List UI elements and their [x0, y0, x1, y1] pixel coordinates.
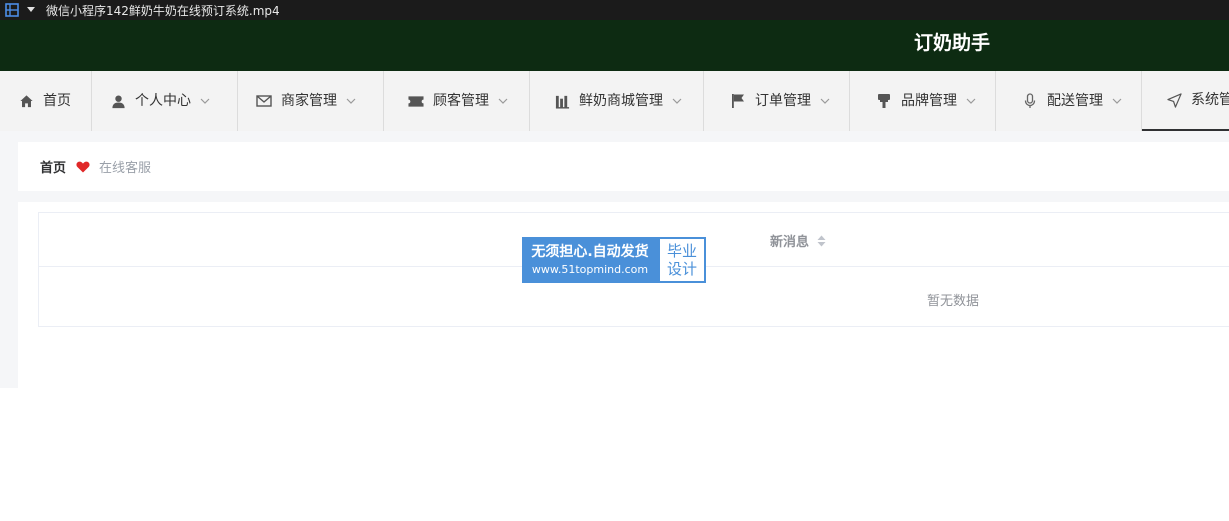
chevron-down-icon	[200, 96, 210, 106]
send-icon	[1166, 92, 1182, 108]
chevron-down-icon	[672, 96, 682, 106]
breadcrumb: 首页 在线客服	[18, 142, 1229, 191]
column-header-new-messages[interactable]: 新消息	[770, 231, 826, 250]
stamp-icon	[876, 93, 892, 109]
top-nav-menu: 首页 个人中心 商家管理 顾客管理 鲜奶商城管理 订单管理 品牌管理 配送管理 …	[0, 71, 1229, 131]
nav-label: 品牌管理	[901, 93, 957, 109]
mail-icon	[256, 93, 272, 109]
nav-item-system-management[interactable]: 系统管理	[1142, 71, 1229, 131]
nav-label: 配送管理	[1047, 93, 1103, 109]
video-file-title: 微信小程序142鲜奶牛奶在线预订系统.mp4	[46, 3, 280, 18]
bar-chart-icon	[554, 93, 570, 109]
microphone-icon	[1022, 93, 1038, 109]
table-empty-text: 暂无数据	[927, 294, 980, 309]
chevron-down-icon	[498, 96, 508, 106]
dropdown-caret-icon[interactable]	[26, 5, 36, 15]
chevron-down-icon	[346, 96, 356, 106]
nav-label: 顾客管理	[433, 93, 489, 109]
nav-item-personal-center[interactable]: 个人中心	[92, 71, 238, 131]
nav-item-delivery-management[interactable]: 配送管理	[996, 71, 1142, 131]
watermark-badge: 毕业 设计	[658, 237, 706, 283]
nav-label: 个人中心	[135, 93, 191, 109]
column-header-label: 新消息	[770, 235, 810, 250]
chevron-down-icon	[1112, 96, 1122, 106]
sort-caret-icon[interactable]	[816, 234, 826, 248]
ticket-icon	[408, 93, 424, 109]
flag-icon	[730, 93, 746, 109]
player-title-bar: 微信小程序142鲜奶牛奶在线预订系统.mp4	[0, 0, 1229, 20]
chevron-down-icon	[966, 96, 976, 106]
nav-label: 首页	[43, 93, 71, 109]
nav-item-customer-management[interactable]: 顾客管理	[384, 71, 530, 131]
film-strip-icon[interactable]	[4, 2, 20, 18]
nav-label: 鲜奶商城管理	[579, 93, 663, 109]
watermark-text-block: 无须担心.自动发货 www.51topmind.com	[522, 237, 658, 283]
watermark-badge-bottom: 设计	[666, 260, 697, 278]
watermark-overlay: 无须担心.自动发货 www.51topmind.com 毕业 设计	[522, 237, 706, 283]
breadcrumb-current: 在线客服	[99, 161, 152, 176]
nav-label: 系统管理	[1191, 92, 1229, 108]
heart-icon	[76, 160, 90, 174]
nav-label: 订单管理	[755, 93, 811, 109]
breadcrumb-home-link[interactable]: 首页	[40, 157, 66, 176]
nav-item-home[interactable]: 首页	[0, 71, 92, 131]
chevron-down-icon	[820, 96, 830, 106]
nav-item-brand-management[interactable]: 品牌管理	[850, 71, 996, 131]
watermark-line1: 无须担心.自动发货	[531, 244, 649, 260]
home-icon	[18, 93, 34, 109]
nav-item-merchant-management[interactable]: 商家管理	[238, 71, 384, 131]
watermark-line2: www.51topmind.com	[531, 263, 649, 276]
nav-item-milk-mall-management[interactable]: 鲜奶商城管理	[530, 71, 704, 131]
app-title: 订奶助手	[914, 32, 991, 54]
nav-item-order-management[interactable]: 订单管理	[704, 71, 850, 131]
app-header: 订奶助手	[0, 20, 1229, 71]
nav-label: 商家管理	[281, 93, 337, 109]
user-icon	[110, 93, 126, 109]
watermark-badge-top: 毕业	[666, 242, 697, 260]
